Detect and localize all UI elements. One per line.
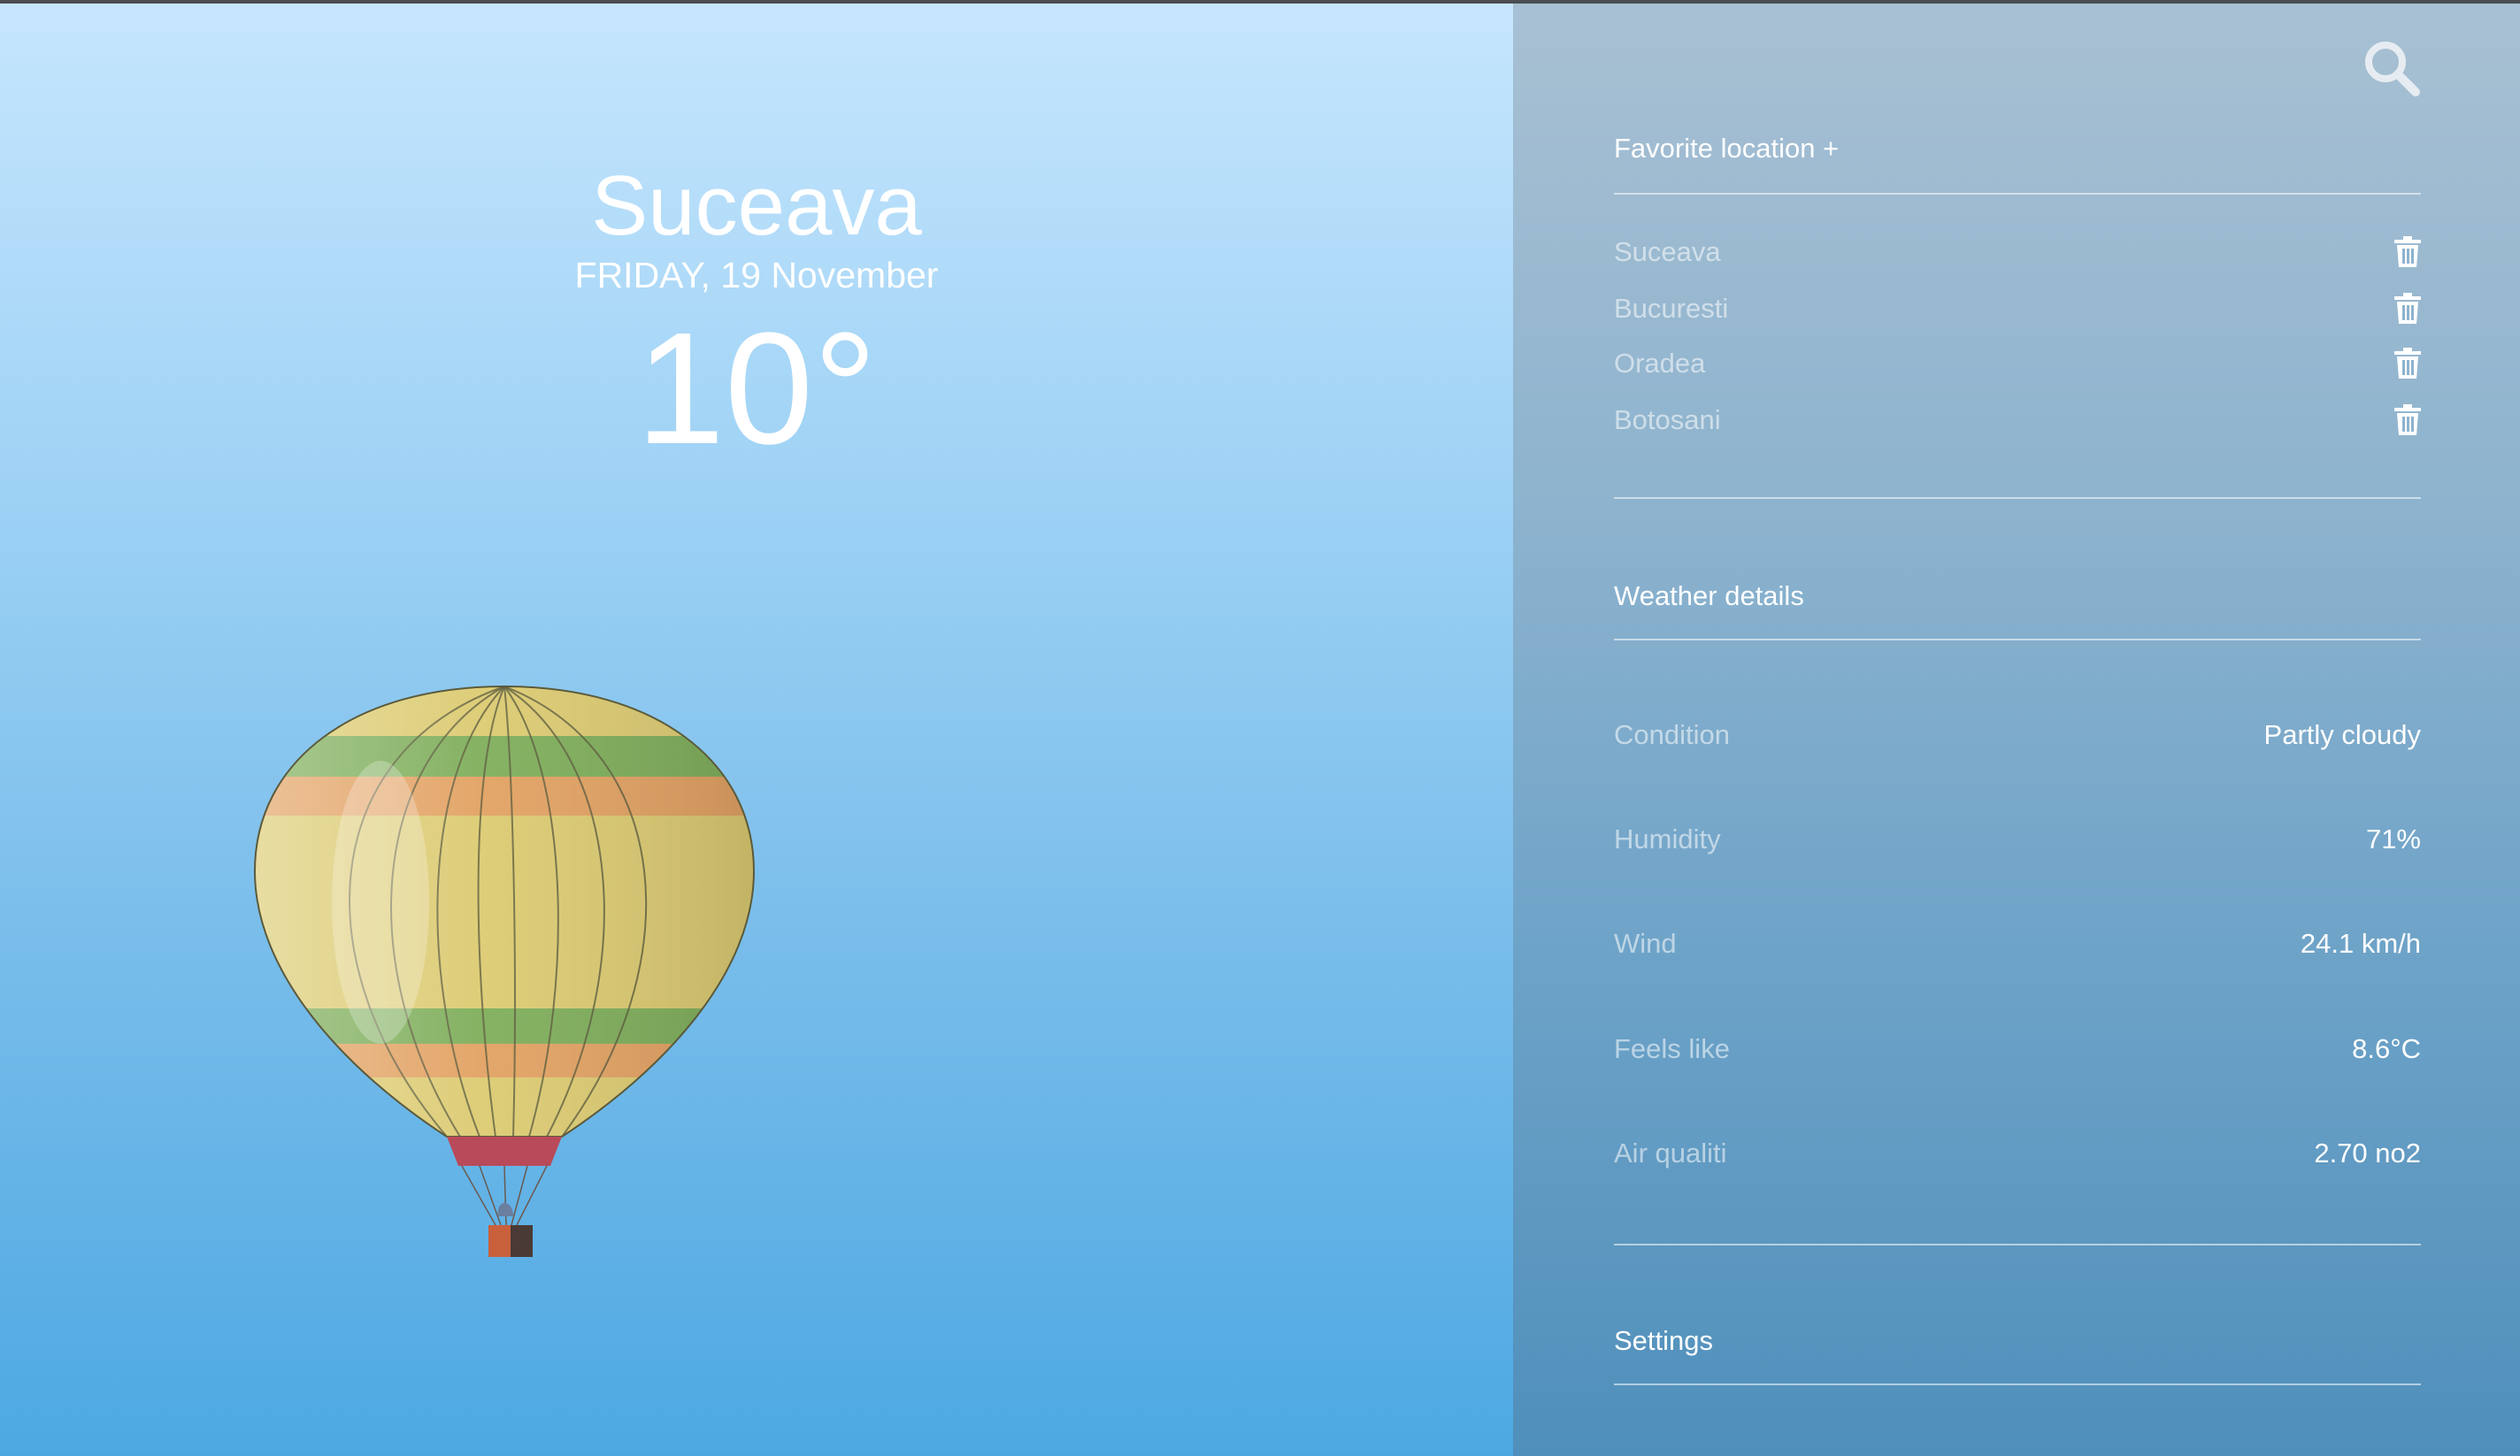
list-item-favorite: Suceava (1614, 230, 2421, 274)
detail-label: Wind (1614, 928, 1677, 959)
weather-detail-row: Feels like 8.6°C (1614, 1027, 2421, 1071)
current-date: FRIDAY, 19 November (574, 255, 939, 295)
divider (1614, 639, 2421, 640)
search-icon[interactable] (2359, 35, 2423, 99)
settings-button[interactable]: Settings (1614, 1325, 1713, 1357)
detail-value: 71% (2365, 824, 2421, 854)
favorite-location-name[interactable]: Oradea (1614, 348, 1705, 379)
divider (1614, 1244, 2421, 1245)
detail-label: Air qualiti (1614, 1138, 1727, 1169)
trash-icon[interactable] (2394, 293, 2421, 325)
detail-value: Partly cloudy (2263, 719, 2421, 750)
weather-detail-row: Air qualiti 2.70 no2 (1614, 1131, 2421, 1176)
detail-value: 2.70 no2 (2314, 1138, 2421, 1169)
weather-detail-row: Wind 24.1 km/h (1614, 922, 2421, 966)
detail-label: Feels like (1614, 1033, 1730, 1064)
list-item-favorite: Oradea (1614, 341, 2421, 386)
current-temperature: 10° (635, 300, 878, 478)
detail-value: 24.1 km/h (2300, 928, 2421, 959)
detail-label: Condition (1614, 719, 1730, 750)
divider (1614, 1383, 2421, 1385)
city-name: Suceava (591, 158, 922, 253)
weather-details-title: Weather details (1614, 580, 1804, 611)
hot-air-balloon-illustration (253, 685, 756, 1257)
list-item-favorite: Botosani (1614, 398, 2421, 442)
favorite-location-name[interactable]: Botosani (1614, 404, 1721, 436)
favorite-location-add-button[interactable]: Favorite location + (1614, 133, 1839, 165)
divider (1614, 193, 2421, 195)
favorite-location-name[interactable]: Suceava (1614, 236, 1721, 268)
detail-label: Humidity (1614, 824, 1721, 854)
weather-detail-row: Humidity 71% (1614, 817, 2421, 862)
detail-value: 8.6°C (2352, 1033, 2421, 1064)
divider (1614, 497, 2421, 499)
list-item-favorite: Bucuresti (1614, 287, 2421, 331)
trash-icon[interactable] (2394, 236, 2421, 268)
favorite-location-name[interactable]: Bucuresti (1614, 293, 1728, 325)
trash-icon[interactable] (2394, 404, 2421, 436)
trash-icon[interactable] (2394, 348, 2421, 379)
weather-detail-row: Condition Partly cloudy (1614, 713, 2421, 757)
